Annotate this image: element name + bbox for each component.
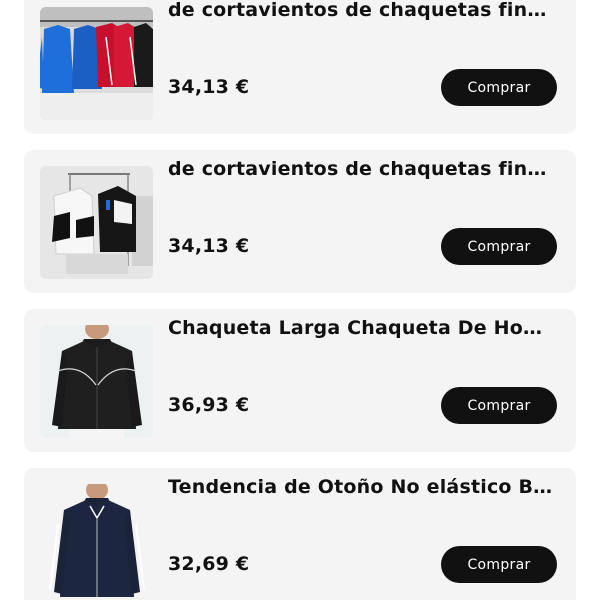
product-card[interactable]: de cortavientos de chaquetas finas... 34… xyxy=(24,150,576,293)
product-title[interactable]: Chaqueta Larga Chaqueta De Homb... xyxy=(168,317,554,339)
product-price: 32,69 € xyxy=(168,553,250,575)
product-image[interactable] xyxy=(40,166,153,279)
product-image[interactable] xyxy=(40,484,153,597)
product-title[interactable]: Tendencia de Otoño No elástico Bor... xyxy=(168,476,554,498)
buy-button[interactable]: Comprar xyxy=(441,228,557,265)
product-price: 34,13 € xyxy=(168,76,250,98)
buy-button[interactable]: Comprar xyxy=(441,69,557,106)
product-card[interactable]: Chaqueta Larga Chaqueta De Homb... 36,93… xyxy=(24,309,576,452)
product-image[interactable] xyxy=(40,325,153,438)
product-card[interactable]: de cortavientos de chaquetas finas... 34… xyxy=(24,0,576,134)
product-title[interactable]: de cortavientos de chaquetas finas... xyxy=(168,158,554,180)
product-price: 34,13 € xyxy=(168,235,250,257)
product-price: 36,93 € xyxy=(168,394,250,416)
buy-button[interactable]: Comprar xyxy=(441,387,557,424)
jacket-rack-image xyxy=(40,166,153,279)
buy-button[interactable]: Comprar xyxy=(441,546,557,583)
product-title[interactable]: de cortavientos de chaquetas finas... xyxy=(168,0,554,21)
jacket-model-image xyxy=(40,325,153,438)
jacket-rack-image xyxy=(40,7,153,120)
product-image[interactable] xyxy=(40,7,153,120)
jacket-model-image xyxy=(40,484,153,597)
product-card[interactable]: Tendencia de Otoño No elástico Bor... 32… xyxy=(24,468,576,600)
